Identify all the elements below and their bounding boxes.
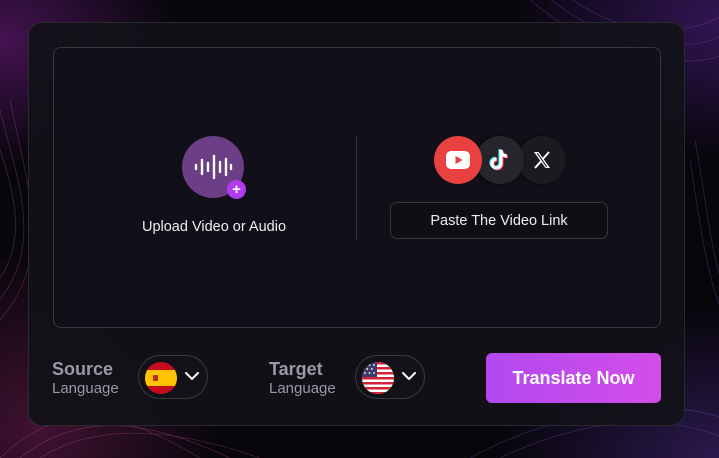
target-language-label: Target Language — [269, 359, 336, 399]
target-title: Target — [269, 359, 323, 379]
chevron-down-icon — [402, 372, 416, 380]
plus-icon[interactable]: + — [227, 180, 246, 199]
tiktok-icon — [476, 136, 524, 184]
source-subtitle: Language — [52, 380, 119, 397]
spain-flag-icon — [145, 362, 177, 394]
audio-wave-icon — [194, 154, 233, 180]
translate-now-button[interactable]: Translate Now — [486, 353, 661, 403]
usa-flag-icon — [362, 362, 394, 394]
target-subtitle: Language — [269, 380, 336, 397]
target-language-select[interactable] — [355, 355, 425, 399]
youtube-icon — [434, 136, 482, 184]
divider — [356, 136, 357, 241]
source-language-select[interactable] — [138, 355, 208, 399]
x-icon — [518, 136, 566, 184]
source-language-label: Source Language — [52, 359, 119, 399]
translator-panel: + Upload Video or Audio Paste The Video … — [28, 22, 685, 426]
paste-link-button[interactable]: Paste The Video Link — [390, 202, 608, 239]
chevron-down-icon — [185, 372, 199, 380]
upload-label[interactable]: Upload Video or Audio — [114, 219, 314, 235]
source-title: Source — [52, 359, 114, 379]
media-drop-zone[interactable]: + Upload Video or Audio Paste The Video … — [53, 47, 661, 328]
